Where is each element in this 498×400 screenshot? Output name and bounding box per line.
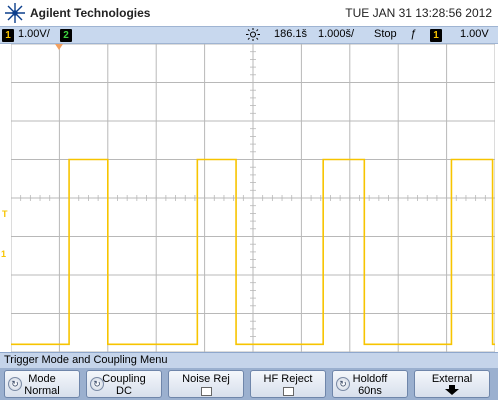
- noise-rej-softkey[interactable]: Noise Rej: [168, 370, 244, 398]
- knob-icon: ↻: [90, 377, 104, 391]
- checkbox-icon: [282, 387, 294, 396]
- ground-reference-marker[interactable]: 1: [1, 249, 6, 259]
- knob-icon: ↻: [336, 377, 350, 391]
- status-bar: 1 1.00V/ 2 186.1š 1.000š/ Stop ƒ 1 1.00V: [0, 26, 498, 44]
- holdoff-softkey[interactable]: ↻ Holdoff 60ns: [332, 370, 408, 398]
- down-arrow-icon: [415, 385, 489, 398]
- coupling-softkey[interactable]: ↻ Coupling DC: [86, 370, 162, 398]
- hf-reject-label: HF Reject: [263, 373, 313, 385]
- menu-title: Trigger Mode and Coupling Menu: [0, 352, 498, 368]
- agilent-logo-icon: [3, 2, 27, 29]
- time-delay[interactable]: 186.1š: [274, 28, 307, 40]
- noise-rej-label: Noise Rej: [182, 373, 230, 385]
- header-bar: Agilent Technologies TUE JAN 31 13:28:56…: [0, 0, 498, 26]
- waveform-display: [11, 44, 495, 352]
- run-state: Stop: [374, 28, 397, 40]
- checkbox-icon: [200, 387, 212, 396]
- external-softkey[interactable]: External: [414, 370, 490, 398]
- knob-icon: ↻: [8, 377, 22, 391]
- external-label: External: [431, 373, 473, 385]
- trigger-slope-icon: ƒ: [410, 28, 417, 40]
- ch2-number: 2: [60, 29, 72, 42]
- ch1-scale[interactable]: 1.00V/: [18, 28, 50, 40]
- ch1-number: 1: [2, 29, 14, 42]
- time-scale[interactable]: 1.000š/: [318, 28, 354, 40]
- datetime: TUE JAN 31 13:28:56 2012: [345, 6, 492, 20]
- sun-icon: [246, 28, 260, 44]
- trigger-level-marker[interactable]: T: [2, 209, 8, 219]
- hf-reject-softkey[interactable]: HF Reject: [250, 370, 326, 398]
- softkey-bar: ↻ Mode Normal ↻ Coupling DC Noise Rej HF…: [0, 368, 498, 400]
- left-marker-strip: T 1: [0, 44, 11, 352]
- trigger-level[interactable]: 1.00V: [460, 28, 489, 40]
- trigger-channel: 1: [430, 29, 442, 42]
- brand-name: Agilent Technologies: [30, 6, 151, 20]
- mode-softkey[interactable]: ↻ Mode Normal: [4, 370, 80, 398]
